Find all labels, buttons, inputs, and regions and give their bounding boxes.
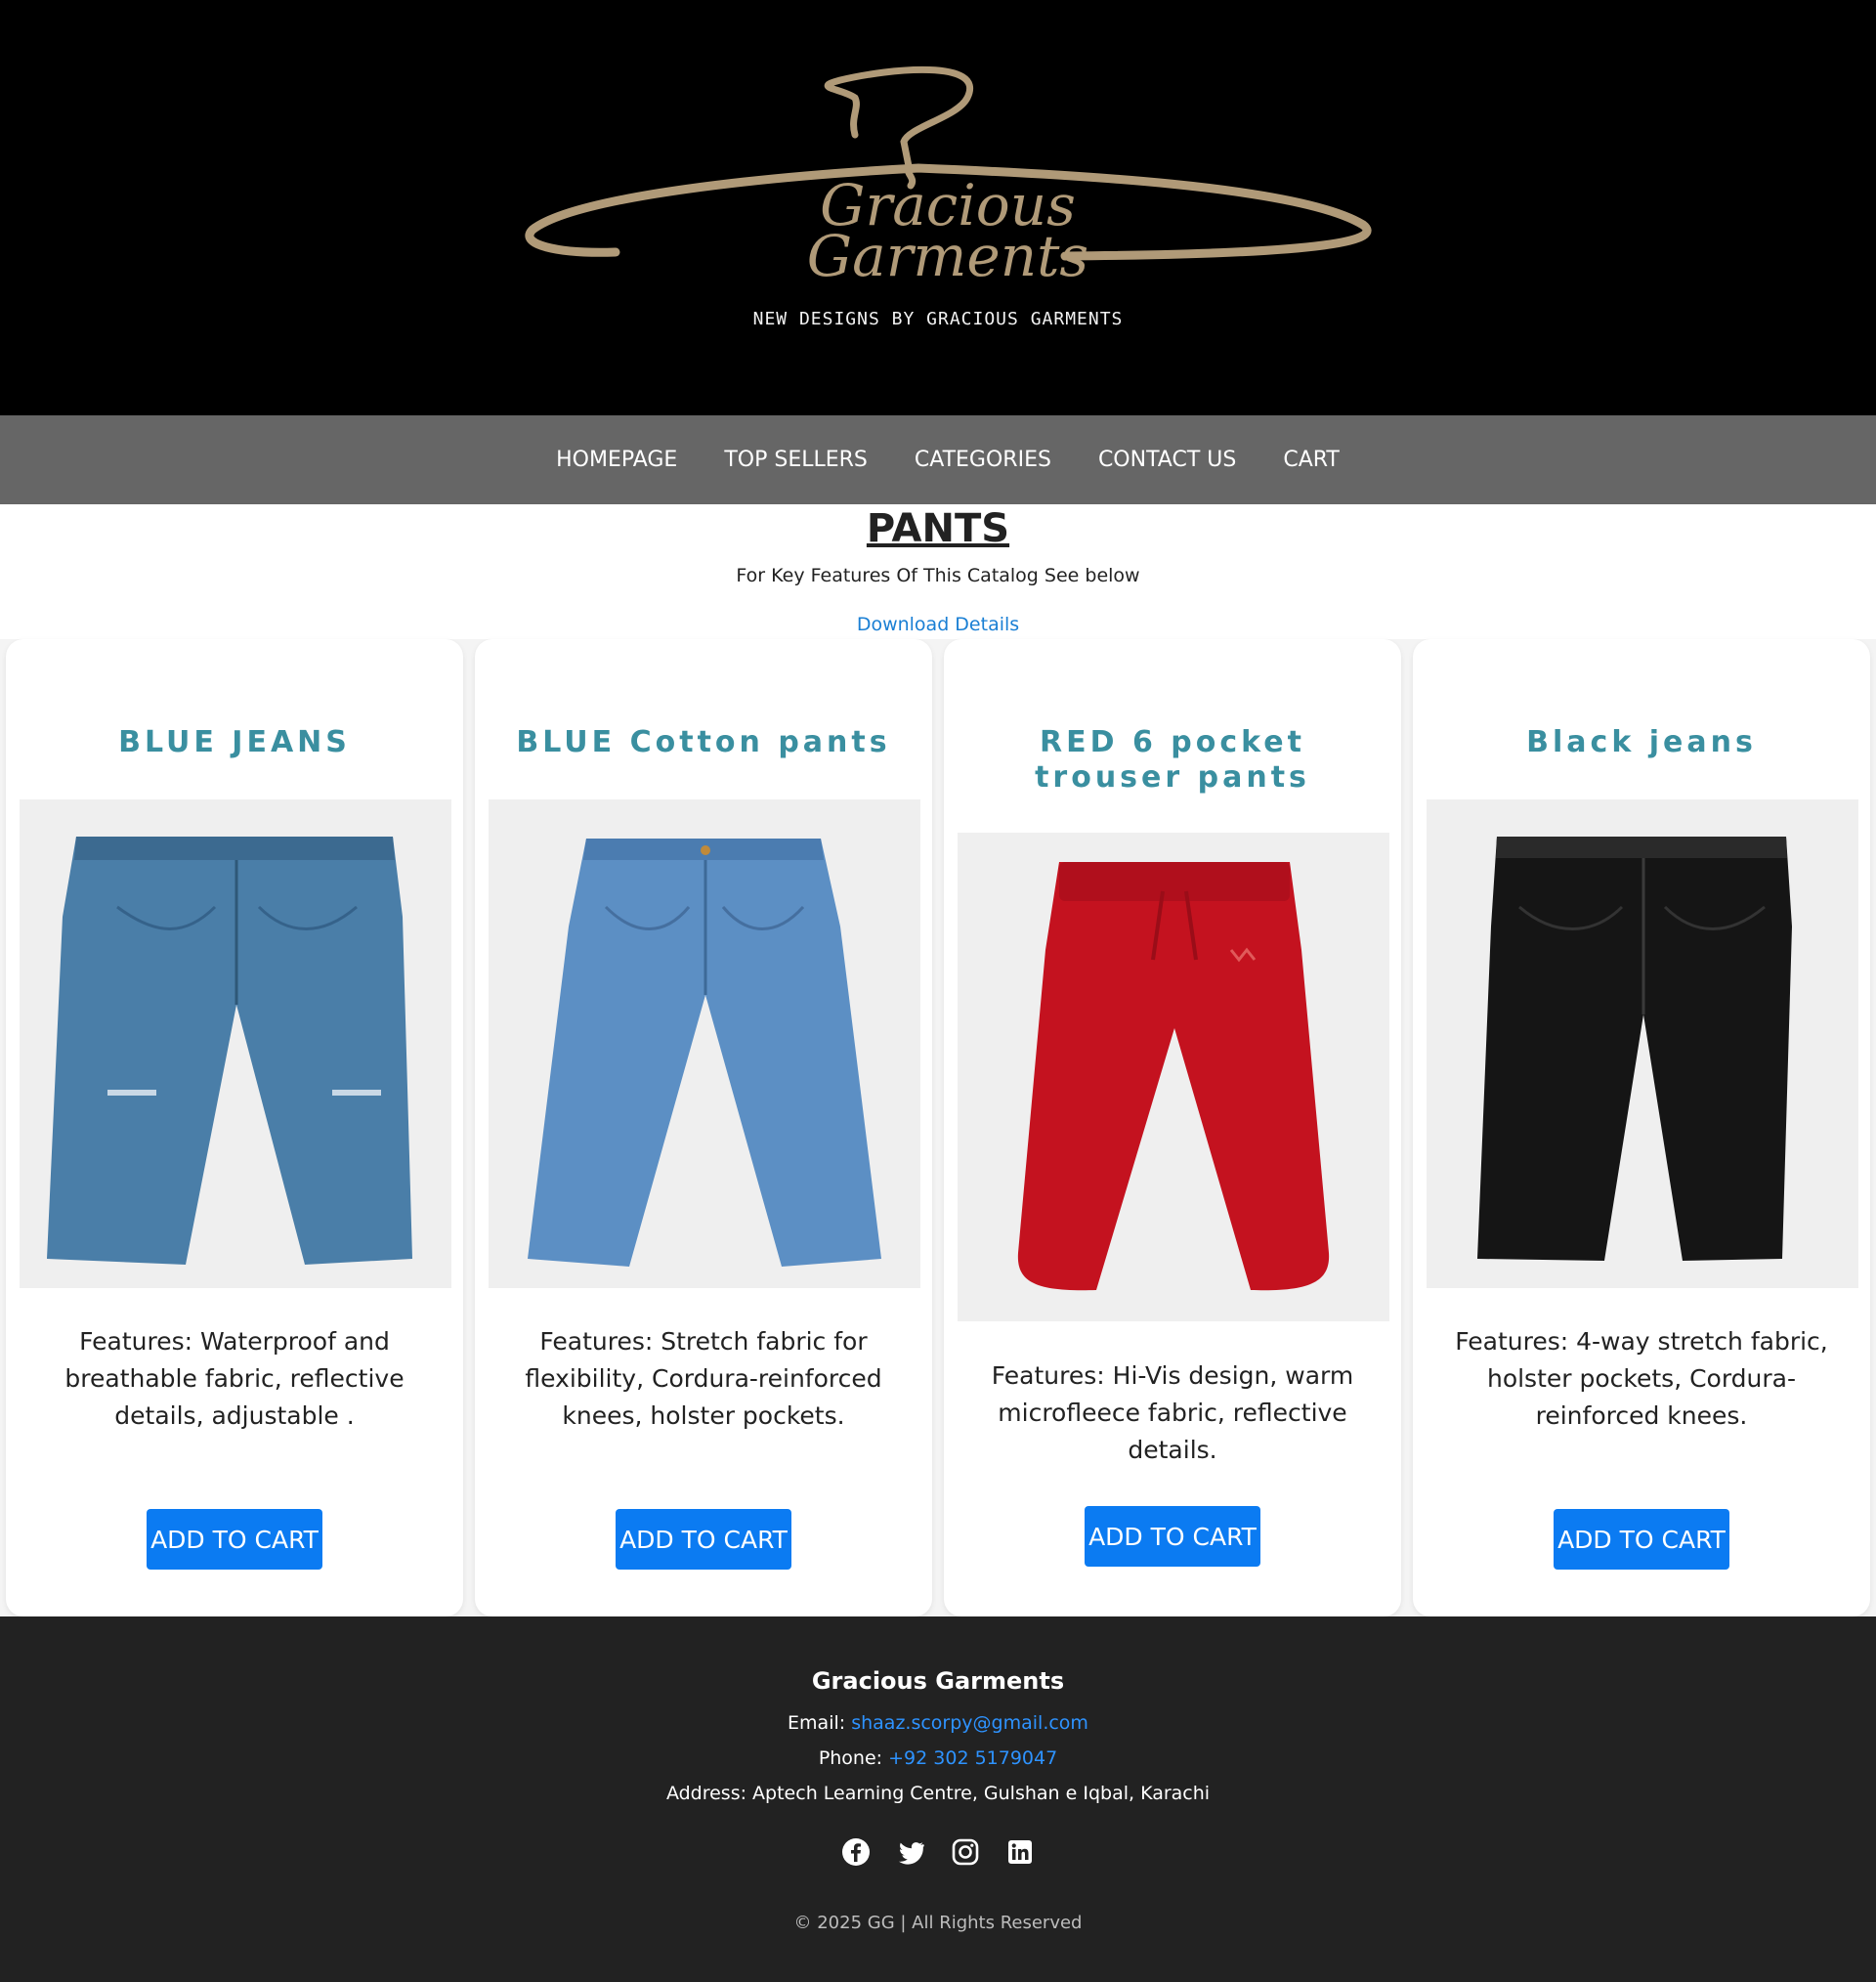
footer-address: Address: Aptech Learning Centre, Gulshan… — [665, 1783, 1211, 1804]
phone-label: Phone: — [818, 1747, 883, 1769]
product-title: Black jeans — [1526, 725, 1757, 759]
phone-link[interactable]: +92 302 5179047 — [888, 1747, 1057, 1769]
product-title: RED 6 pocket trouser pants — [1035, 725, 1310, 795]
facebook-icon[interactable] — [841, 1837, 871, 1867]
product-image-blue-cotton-pants[interactable] — [489, 799, 920, 1288]
product-image-blue-jeans[interactable] — [20, 799, 451, 1288]
product-title: BLUE JEANS — [118, 725, 351, 759]
nav-homepage[interactable]: HOMEPAGE — [556, 448, 677, 472]
product-description: Features: Hi-Vis design, warm microfleec… — [991, 1361, 1354, 1464]
main-nav: HOMEPAGE TOP SELLERS CATEGORIES CONTACT … — [0, 415, 1876, 504]
add-to-cart-button[interactable]: ADD TO CART — [147, 1509, 322, 1570]
footer-phone-line: Phone: +92 302 5179047 — [0, 1747, 1876, 1769]
email-label: Email: — [788, 1712, 846, 1734]
tagline: NEW DESIGNS BY GRACIOUS GARMENTS — [752, 309, 1124, 329]
logo-text-bottom: Garments — [807, 223, 1088, 289]
footer-brand: Gracious Garments — [811, 1667, 1065, 1695]
product-card-red-trouser-pants: RED 6 pocket trouser pants Features: Hi-… — [944, 639, 1401, 1616]
add-to-cart-button[interactable]: ADD TO CART — [1085, 1506, 1260, 1567]
black-jeans-illustration — [1477, 837, 1792, 1261]
product-description: Features: 4-way stretch fabric, holster … — [1455, 1327, 1828, 1430]
product-grid: BLUE JEANS Features: Waterproof and brea… — [0, 639, 1876, 1616]
site-header: Gracious Garments NEW DESIGNS BY GRACIOU… — [0, 0, 1876, 415]
product-image-black-jeans[interactable] — [1427, 799, 1858, 1288]
product-card-blue-cotton-pants: BLUE Cotton pants Features: Stretch fabr… — [475, 639, 932, 1616]
footer-email-line: Email: shaaz.scorpy@gmail.com — [0, 1712, 1876, 1734]
email-link[interactable]: shaaz.scorpy@gmail.com — [851, 1712, 1088, 1734]
product-description: Features: Stretch fabric for flexibility… — [525, 1327, 882, 1430]
product-card-black-jeans: Black jeans Features: 4-way stretch fabr… — [1413, 639, 1870, 1616]
download-wrapper: Download Details — [0, 614, 1876, 635]
twitter-icon[interactable] — [896, 1837, 925, 1867]
gracious-garments-logo[interactable]: Gracious Garments — [518, 59, 1378, 293]
linkedin-icon[interactable] — [1005, 1837, 1035, 1867]
add-to-cart-button[interactable]: ADD TO CART — [1554, 1509, 1729, 1570]
catalog-subtitle: For Key Features Of This Catalog See bel… — [736, 565, 1140, 586]
product-image-red-trouser-pants[interactable] — [958, 833, 1389, 1321]
copyright-text: © 2025 GG | All Rights Reserved — [793, 1913, 1083, 1933]
product-card-blue-jeans: BLUE JEANS Features: Waterproof and brea… — [6, 639, 463, 1616]
nav-categories[interactable]: CATEGORIES — [915, 448, 1051, 472]
instagram-icon[interactable] — [951, 1837, 980, 1867]
page-title: PANTS — [866, 506, 1010, 551]
pants-illustration — [528, 839, 881, 1267]
add-to-cart-button[interactable]: ADD TO CART — [616, 1509, 791, 1570]
jeans-illustration — [47, 837, 412, 1265]
social-links — [0, 1837, 1876, 1867]
product-title: BLUE Cotton pants — [516, 725, 891, 759]
nav-contact-us[interactable]: CONTACT US — [1098, 448, 1236, 472]
nav-top-sellers[interactable]: TOP SELLERS — [724, 448, 868, 472]
product-description: Features: Waterproof and breathable fabr… — [64, 1327, 405, 1430]
download-details-link[interactable]: Download Details — [857, 614, 1019, 635]
trousers-illustration — [1017, 862, 1330, 1291]
nav-cart[interactable]: CART — [1283, 448, 1340, 472]
